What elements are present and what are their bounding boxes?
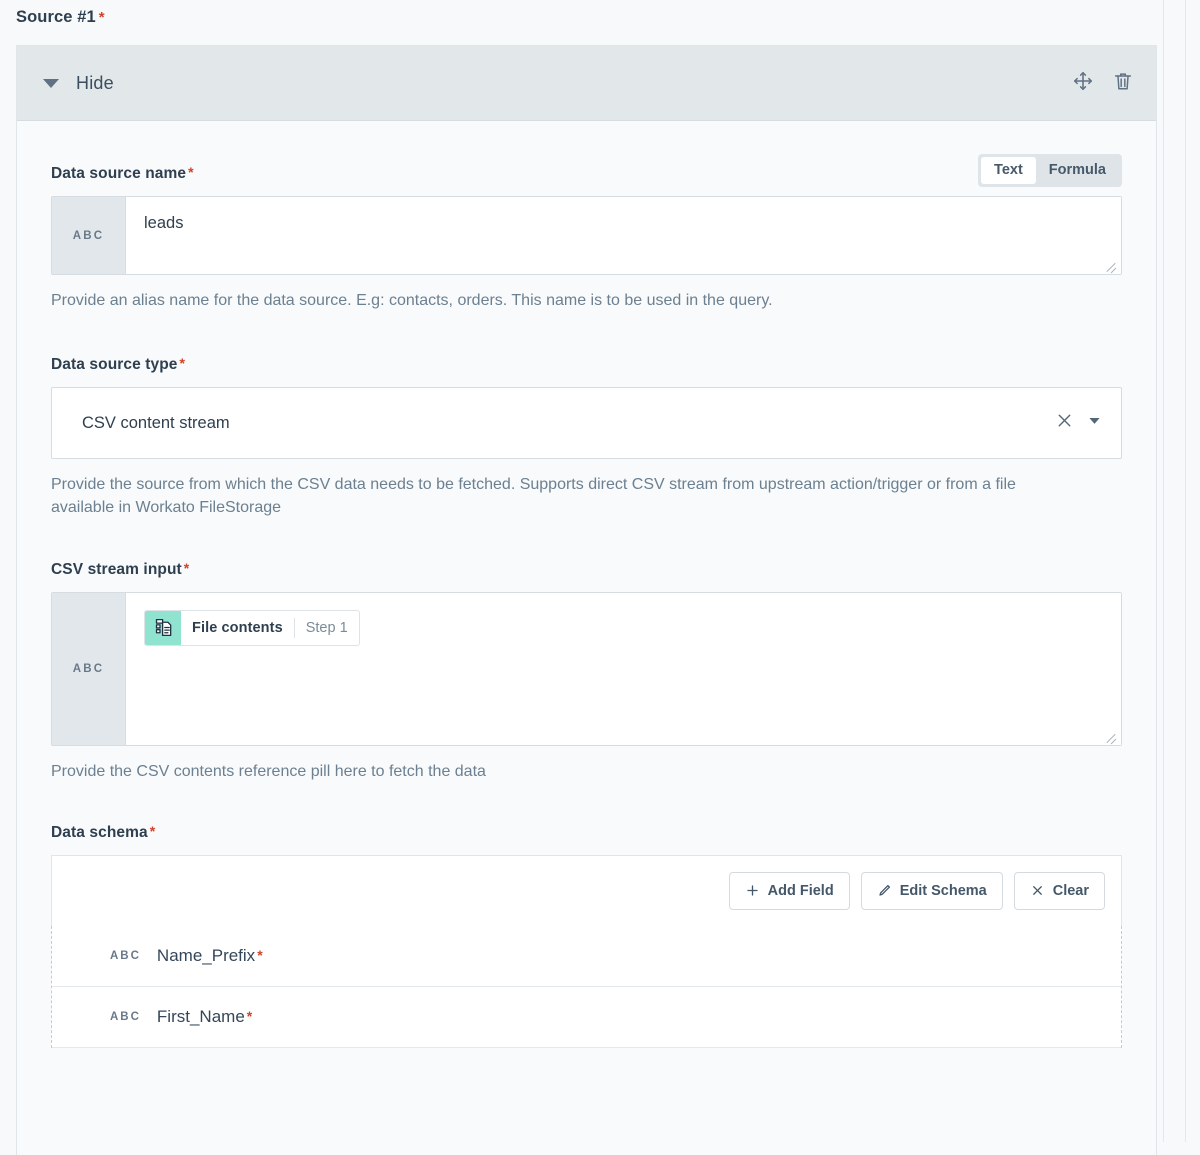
required-asterisk: * — [188, 164, 194, 180]
add-field-label: Add Field — [768, 883, 834, 899]
label-text: Data source type — [51, 356, 178, 373]
abc-type-icon: ABC — [52, 593, 126, 745]
add-field-button[interactable]: Add Field — [729, 872, 850, 910]
edit-schema-button[interactable]: Edit Schema — [861, 872, 1003, 910]
datapill-file-contents[interactable]: File contents Step 1 — [144, 610, 360, 646]
data-source-name-hint: Provide an alias name for the data sourc… — [51, 289, 1081, 312]
data-source-type-value: CSV content stream — [82, 414, 1043, 433]
abc-type-icon: ABC — [110, 1011, 141, 1023]
csv-stream-input-editor[interactable]: File contents Step 1 — [126, 593, 1121, 745]
data-source-name-input-wrap: ABC leads — [51, 196, 1122, 275]
move-handle-icon[interactable] — [1072, 70, 1094, 97]
data-schema-label: Data schema* — [51, 824, 1122, 842]
csv-stream-input-wrap: ABC File contents — [51, 592, 1122, 746]
field-data-source-name: Data source name* Text Formula ABC leads… — [51, 165, 1122, 312]
page-root: Source #1* Hide — [0, 0, 1200, 1142]
required-asterisk: * — [247, 1009, 252, 1024]
field-data-source-type: Data source type* CSV content stream — [51, 356, 1122, 519]
page-title: Source #1* — [16, 8, 105, 27]
schema-field-list: ABC Name_Prefix* ABC First_Name* — [51, 926, 1122, 1048]
clear-schema-label: Clear — [1053, 883, 1089, 899]
layout-rule-1 — [1163, 0, 1164, 1142]
clear-schema-button[interactable]: Clear — [1014, 872, 1105, 910]
required-asterisk: * — [180, 355, 186, 371]
caret-down-icon[interactable] — [43, 79, 59, 88]
schema-toolbar: Add Field Edit Schema Clear — [51, 855, 1122, 927]
schema-field-name: Name_Prefix — [157, 946, 255, 966]
data-source-name-input[interactable]: leads — [126, 197, 1121, 274]
trash-icon[interactable] — [1112, 70, 1134, 97]
abc-type-icon: ABC — [52, 197, 126, 274]
file-contents-icon — [145, 611, 181, 645]
resize-grip-icon[interactable] — [1104, 729, 1117, 742]
data-source-type-label: Data source type* — [51, 356, 1122, 374]
datapill-label: File contents — [181, 611, 294, 645]
required-asterisk: * — [150, 823, 156, 839]
table-row[interactable]: ABC Name_Prefix* — [52, 926, 1121, 987]
close-icon[interactable] — [1055, 411, 1074, 435]
data-source-name-label: Data source name* — [51, 165, 1122, 183]
mode-toggle: Text Formula — [978, 154, 1122, 187]
datapill-step: Step 1 — [295, 611, 359, 645]
required-asterisk: * — [99, 9, 105, 26]
source-card: Hide — [16, 45, 1157, 1155]
field-data-schema: Data schema* Add Field Edit Schema Clear — [51, 824, 1122, 1048]
schema-field-name: First_Name — [157, 1007, 245, 1027]
required-asterisk: * — [257, 948, 262, 963]
required-asterisk: * — [184, 560, 190, 576]
card-body: Data source name* Text Formula ABC leads… — [17, 121, 1156, 1048]
data-source-type-hint: Provide the source from which the CSV da… — [51, 473, 1081, 519]
label-text: CSV stream input — [51, 561, 182, 578]
field-csv-stream-input: CSV stream input* ABC — [51, 561, 1122, 783]
mode-toggle-formula[interactable]: Formula — [1036, 157, 1119, 184]
resize-grip-icon[interactable] — [1104, 258, 1117, 271]
section-title-text: Source #1 — [16, 8, 96, 26]
table-row[interactable]: ABC First_Name* — [52, 987, 1121, 1048]
data-source-type-select[interactable]: CSV content stream — [51, 387, 1122, 459]
card-header: Hide — [17, 46, 1156, 121]
csv-stream-input-hint: Provide the CSV contents reference pill … — [51, 760, 1081, 783]
label-text: Data source name — [51, 165, 186, 182]
edit-schema-label: Edit Schema — [900, 883, 987, 899]
header-actions — [1072, 70, 1134, 97]
layout-rule-2 — [1185, 0, 1186, 1142]
chevron-down-icon[interactable] — [1086, 412, 1103, 434]
mode-toggle-text[interactable]: Text — [981, 157, 1036, 184]
label-text: Data schema — [51, 824, 148, 841]
csv-stream-input-label: CSV stream input* — [51, 561, 1122, 579]
collapse-toggle-label[interactable]: Hide — [76, 73, 114, 94]
abc-type-icon: ABC — [110, 950, 141, 962]
